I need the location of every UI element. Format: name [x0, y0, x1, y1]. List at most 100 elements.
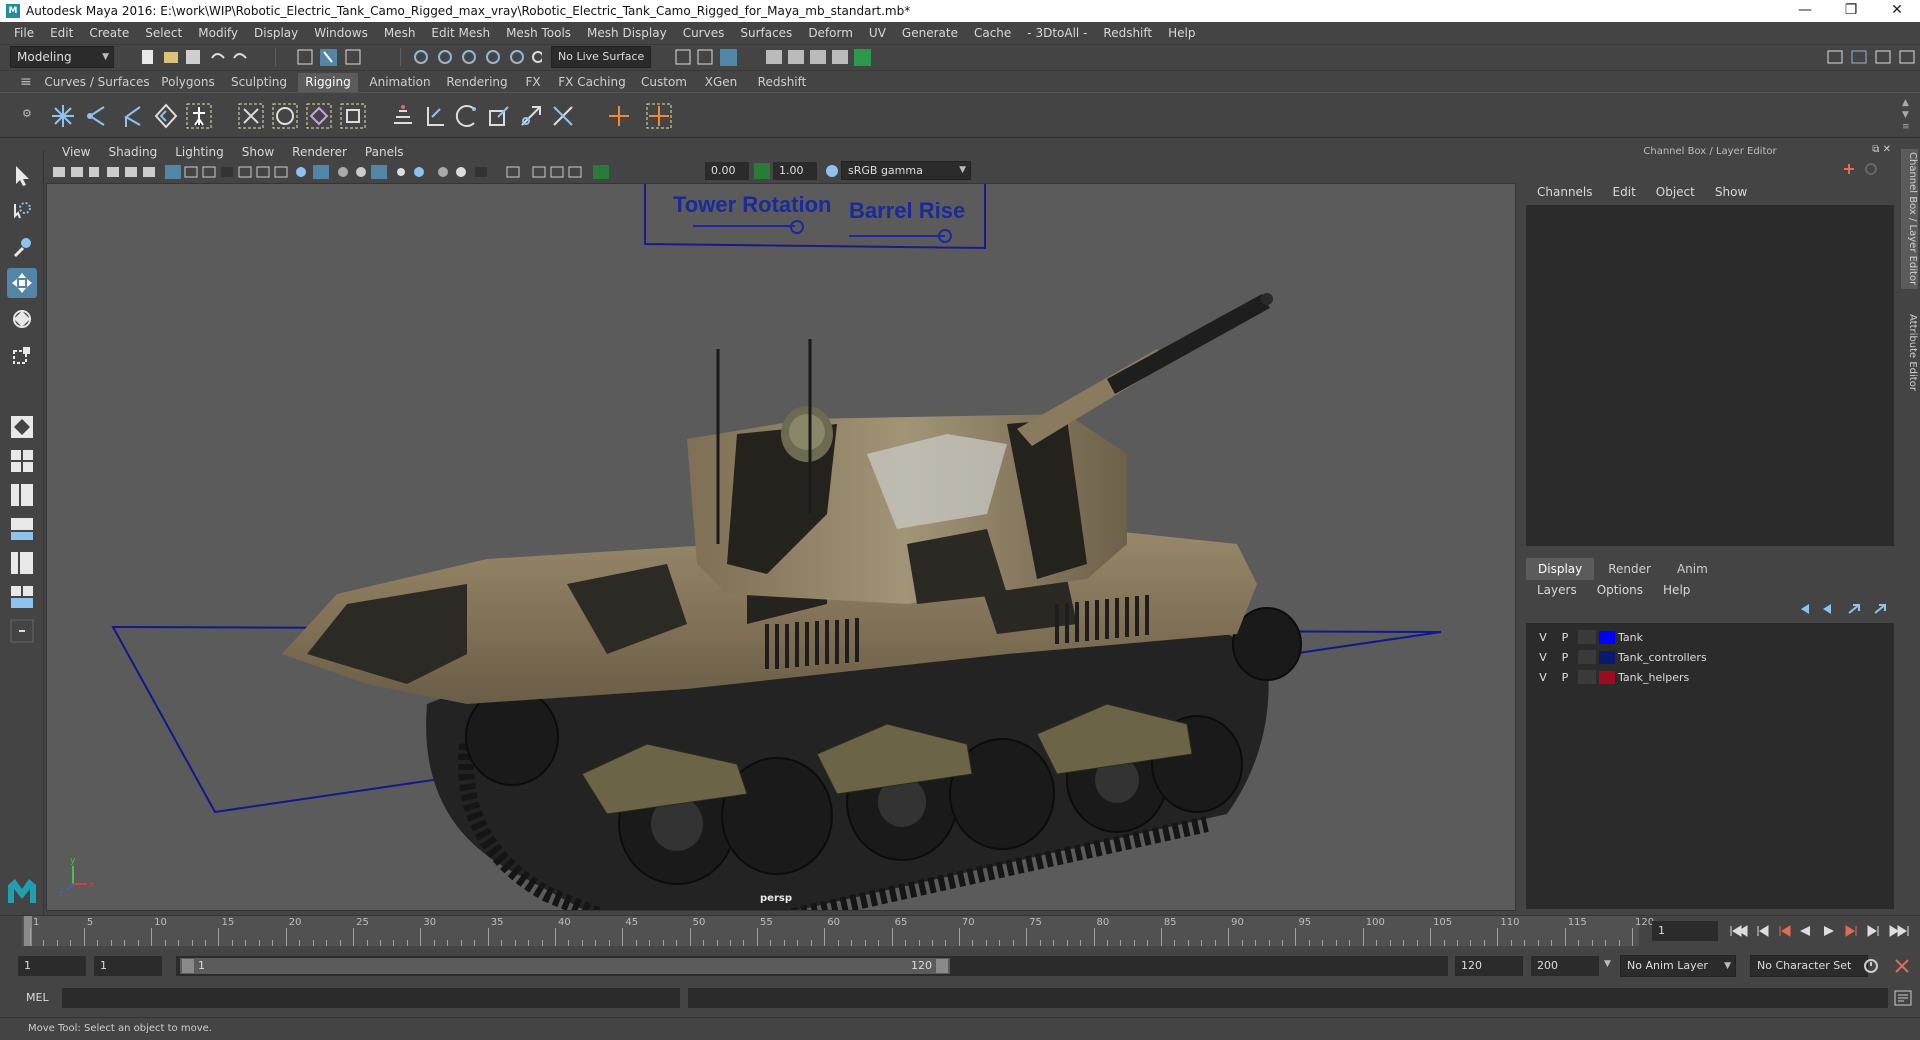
menu-mesh[interactable]: Mesh [376, 22, 424, 44]
layer-type-toggle[interactable] [1578, 650, 1596, 664]
lasso-tool-icon[interactable] [7, 196, 37, 226]
tab-rendering[interactable]: Rendering [442, 73, 512, 92]
hypershade-layout-icon[interactable] [7, 582, 37, 612]
menu-edit-mesh[interactable]: Edit Mesh [423, 22, 498, 44]
range-end-grip[interactable] [936, 959, 948, 973]
single-perspective-layout-icon[interactable] [7, 412, 37, 442]
select-tool-icon[interactable] [7, 160, 37, 190]
layer-action-icons[interactable] [1797, 601, 1897, 617]
scale-tool-icon[interactable] [7, 340, 37, 370]
menu-mesh-tools[interactable]: Mesh Tools [498, 22, 579, 44]
skeleton-icon[interactable] [184, 101, 214, 131]
channel-box-area[interactable] [1526, 205, 1894, 546]
current-frame-field[interactable]: 1 [1652, 921, 1718, 941]
vp-menu-panels[interactable]: Panels [356, 145, 413, 159]
menu-file[interactable]: File [6, 22, 42, 44]
layer-visibility-toggle[interactable]: V [1532, 671, 1554, 684]
constraint-pole-vector-icon[interactable] [548, 101, 578, 131]
layer-playback-toggle[interactable]: P [1554, 631, 1576, 644]
layer-row-tank[interactable]: V P Tank [1532, 628, 1643, 646]
layer-color-swatch[interactable] [1599, 630, 1615, 644]
vp-menu-shading[interactable]: Shading [99, 145, 166, 159]
vp-menu-lighting[interactable]: Lighting [166, 145, 233, 159]
layer-type-toggle[interactable] [1578, 630, 1596, 644]
menu-windows[interactable]: Windows [306, 22, 376, 44]
wrap-deformer-icon[interactable] [304, 101, 334, 131]
command-language-label[interactable]: MEL [26, 991, 49, 1004]
menu-create[interactable]: Create [81, 22, 137, 44]
minimize-button[interactable]: — [1782, 0, 1828, 22]
tab-render[interactable]: Render [1596, 558, 1663, 580]
menu-uv[interactable]: UV [861, 22, 894, 44]
menu-cache[interactable]: Cache [966, 22, 1019, 44]
ik-handle-icon[interactable] [82, 101, 112, 131]
script-editor-icon[interactable] [1894, 990, 1912, 1006]
persp-outliner-layout-icon[interactable] [7, 480, 37, 510]
live-surface-field[interactable]: No Live Surface [551, 46, 651, 68]
ik-spline-icon[interactable] [116, 101, 146, 131]
cluster-icon[interactable] [338, 101, 368, 131]
tab-sculpting[interactable]: Sculpting [226, 73, 292, 92]
selection-mask-icons[interactable] [296, 48, 386, 66]
le-menu-options[interactable]: Options [1587, 583, 1653, 597]
constraint-aim-icon[interactable] [516, 101, 546, 131]
cb-menu-edit[interactable]: Edit [1603, 185, 1646, 199]
menu-redshift[interactable]: Redshift [1095, 22, 1160, 44]
menu-deform[interactable]: Deform [800, 22, 861, 44]
playback-start-field[interactable]: 1 [94, 956, 162, 976]
insert-joint-icon[interactable] [150, 101, 180, 131]
menu-generate[interactable]: Generate [894, 22, 966, 44]
animation-start-field[interactable]: 1 [18, 956, 86, 976]
controller-panel[interactable]: Tower Rotation Barrel Rise [644, 184, 986, 250]
rotate-tool-icon[interactable] [7, 304, 37, 334]
exposure-field[interactable]: 0.00 [705, 162, 749, 180]
layer-color-swatch[interactable] [1599, 650, 1615, 664]
menu-select[interactable]: Select [137, 22, 190, 44]
constraint-parent-icon[interactable] [388, 101, 418, 131]
create-joints-icon[interactable] [48, 101, 78, 131]
constraint-scale-icon[interactable] [484, 101, 514, 131]
four-view-layout-icon[interactable] [7, 446, 37, 476]
workspace-icons[interactable] [1824, 48, 1916, 66]
paint-select-tool-icon[interactable] [7, 232, 37, 262]
le-menu-help[interactable]: Help [1653, 583, 1700, 597]
lattice-icon[interactable] [270, 101, 300, 131]
menu-display[interactable]: Display [246, 22, 306, 44]
tab-channel-box-layer-editor[interactable]: Channel Box / Layer Editor [1901, 149, 1918, 289]
shelf-options-icon[interactable]: ⚙ [22, 107, 32, 120]
persp-graph-outliner-layout-icon[interactable] [7, 548, 37, 578]
layer-playback-toggle[interactable]: P [1554, 651, 1576, 664]
shelf-menu-icon[interactable]: ≡ [20, 74, 32, 90]
viewport-toolbar-icons[interactable] [51, 164, 691, 180]
vp-menu-renderer[interactable]: Renderer [283, 145, 356, 159]
cb-menu-channels[interactable]: Channels [1527, 185, 1603, 199]
close-button[interactable]: ✕ [1874, 0, 1920, 22]
mode-menu-set[interactable]: Modeling ▼ [10, 46, 114, 68]
custom-rig-icon[interactable] [644, 101, 674, 131]
tank-model[interactable] [282, 293, 1302, 911]
tab-fx-caching[interactable]: FX Caching [556, 73, 628, 92]
animation-end-field[interactable]: 200 [1531, 956, 1599, 976]
playback-controls[interactable] [1728, 923, 1916, 939]
render-icons[interactable] [674, 48, 894, 66]
menu-edit[interactable]: Edit [42, 22, 81, 44]
vp-menu-show[interactable]: Show [233, 145, 283, 159]
tab-display[interactable]: Display [1526, 558, 1595, 580]
gamma-icon[interactable] [753, 163, 771, 179]
menu-surfaces[interactable]: Surfaces [732, 22, 800, 44]
vp-menu-view[interactable]: View [53, 145, 99, 159]
layer-visibility-toggle[interactable]: V [1532, 631, 1554, 644]
constraint-point-icon[interactable] [420, 101, 450, 131]
range-bar[interactable]: 1 120 [176, 956, 1448, 976]
time-slider-bar[interactable]: 1 5 10 15 20 25 30 35 40 45 50 55 60 65 70 75 80 85 90 95 10… [22, 916, 1654, 946]
layer-playback-toggle[interactable]: P [1554, 671, 1576, 684]
range-start-grip[interactable] [182, 959, 194, 973]
tab-curves-surfaces[interactable]: Curves / Surfaces [44, 73, 150, 92]
tab-custom[interactable]: Custom [636, 73, 692, 92]
playback-end-field[interactable]: 120 [1455, 956, 1523, 976]
anim-layer-dropdown[interactable]: No Anim Layer ▼ [1620, 955, 1736, 977]
le-menu-layers[interactable]: Layers [1527, 583, 1587, 597]
menu-3dtoall[interactable]: - 3DtoAll - [1019, 22, 1095, 44]
restore-button[interactable]: ❐ [1828, 0, 1874, 22]
tab-rigging[interactable]: Rigging [298, 73, 358, 92]
